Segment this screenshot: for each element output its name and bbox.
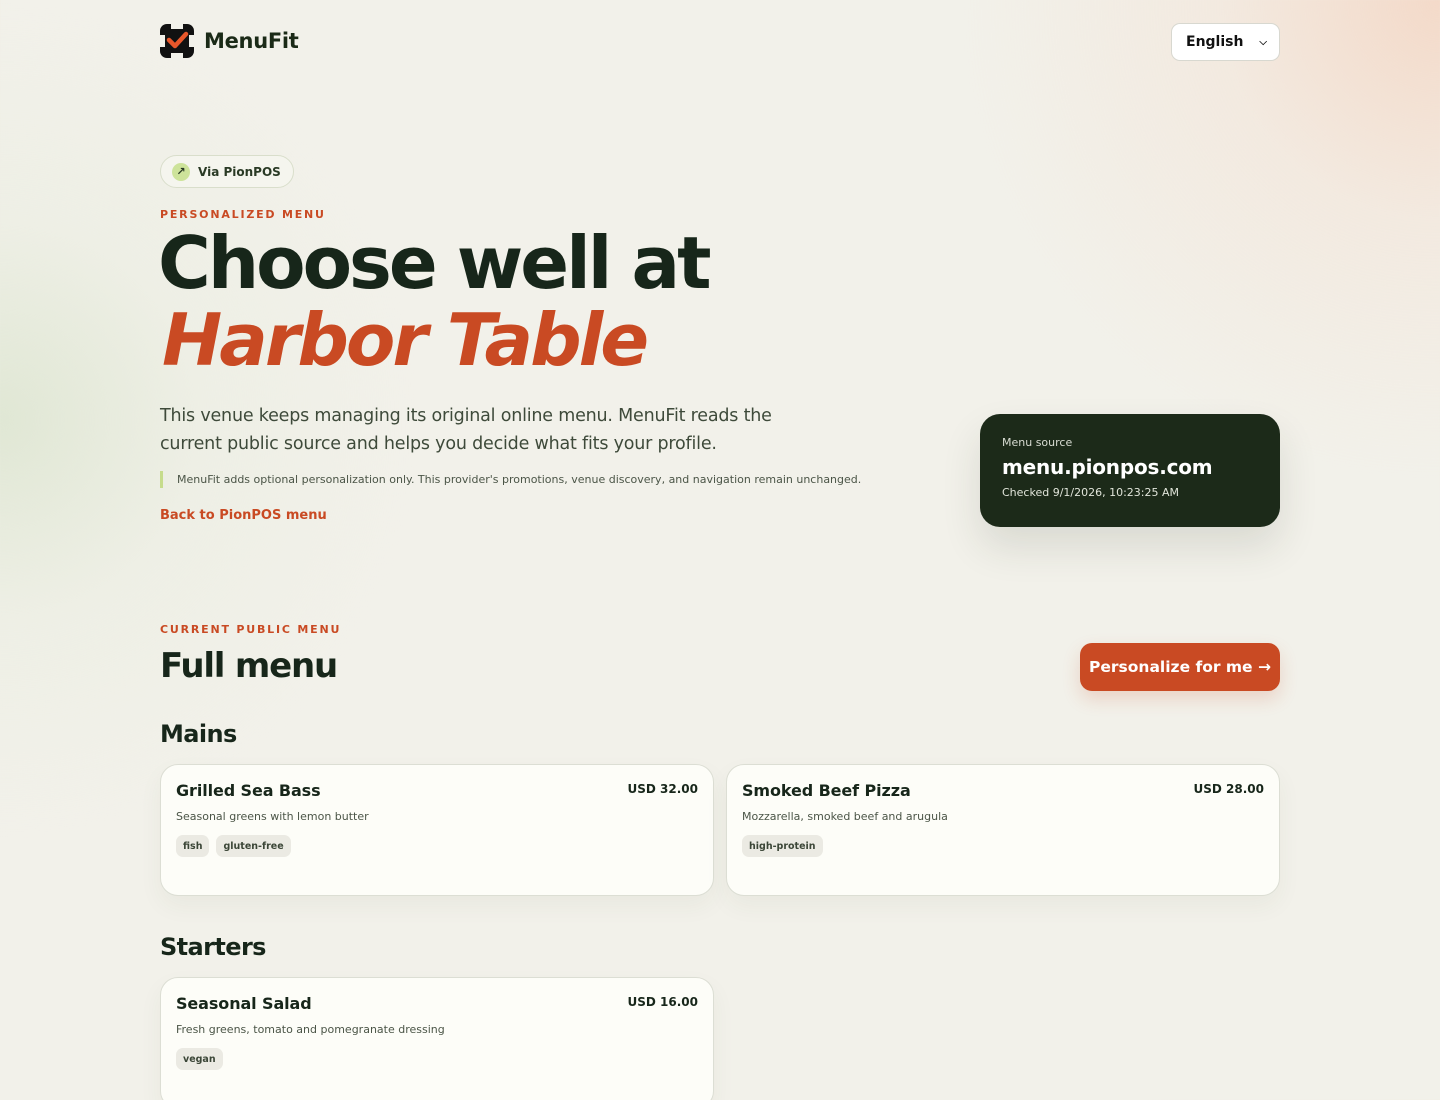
chevron-down-icon: ⌵ — [1259, 36, 1267, 48]
menufit-logo-icon — [160, 24, 194, 58]
menu-item-name: Smoked Beef Pizza — [742, 781, 911, 800]
menu-item-tags: fish gluten-free — [176, 835, 698, 857]
via-provider-badge: ↗ Via PionPOS — [160, 155, 294, 188]
language-select[interactable]: English ⌵ — [1171, 23, 1280, 61]
menu-item-description: Mozzarella, smoked beef and arugula — [742, 810, 948, 823]
menu-item-name: Seasonal Salad — [176, 994, 312, 1013]
hero-title: Choose well at — [158, 221, 712, 305]
hero-venue-name: Harbor Table — [162, 298, 649, 382]
menu-item-description: Fresh greens, tomato and pomegranate dre… — [176, 1023, 445, 1036]
menu-item-card[interactable]: Seasonal Salad USD 16.00 Fresh greens, t… — [160, 977, 714, 1100]
category-title-mains: Mains — [160, 720, 237, 748]
personalize-button[interactable]: Personalize for me → — [1080, 643, 1280, 691]
hero-eyebrow: PERSONALIZED MENU — [160, 208, 326, 221]
menu-eyebrow: CURRENT PUBLIC MENU — [160, 623, 342, 636]
category-title-starters: Starters — [160, 933, 266, 961]
menu-item-card[interactable]: Grilled Sea Bass USD 32.00 Seasonal gree… — [160, 764, 714, 896]
menu-item-name: Grilled Sea Bass — [176, 781, 321, 800]
menu-title: Full menu — [160, 646, 338, 686]
menu-item-price: USD 28.00 — [1193, 782, 1264, 796]
menu-item-price: USD 16.00 — [627, 995, 698, 1009]
source-checked-timestamp: Checked 9/1/2026, 10:23:25 AM — [1002, 486, 1180, 499]
via-provider-label: Via PionPOS — [198, 164, 281, 179]
menu-item-card[interactable]: Smoked Beef Pizza USD 28.00 Mozzarella, … — [726, 764, 1280, 896]
back-to-provider-link[interactable]: Back to PionPOS menu — [160, 508, 327, 523]
language-select-value: English — [1186, 34, 1244, 50]
brand-name: MenuFit — [204, 29, 299, 53]
diet-tag: fish — [176, 835, 210, 857]
brand-logo[interactable]: MenuFit — [160, 24, 299, 58]
arrow-up-right-icon: ↗ — [172, 162, 190, 181]
diet-tag: high-protein — [742, 835, 823, 857]
source-domain: menu.pionpos.com — [1002, 455, 1213, 479]
hero-disclaimer-note: MenuFit adds optional personalization on… — [160, 471, 861, 488]
diet-tag: gluten-free — [216, 835, 291, 857]
menu-source-card: Menu source menu.pionpos.com Checked 9/1… — [980, 414, 1280, 527]
menu-item-tags: vegan — [176, 1048, 698, 1070]
diet-tag: vegan — [176, 1048, 223, 1070]
hero-description: This venue keeps managing its original o… — [160, 406, 772, 454]
source-label: Menu source — [1002, 436, 1073, 449]
menu-item-description: Seasonal greens with lemon butter — [176, 810, 369, 823]
menu-item-tags: high-protein — [742, 835, 1264, 857]
menu-item-price: USD 32.00 — [627, 782, 698, 796]
